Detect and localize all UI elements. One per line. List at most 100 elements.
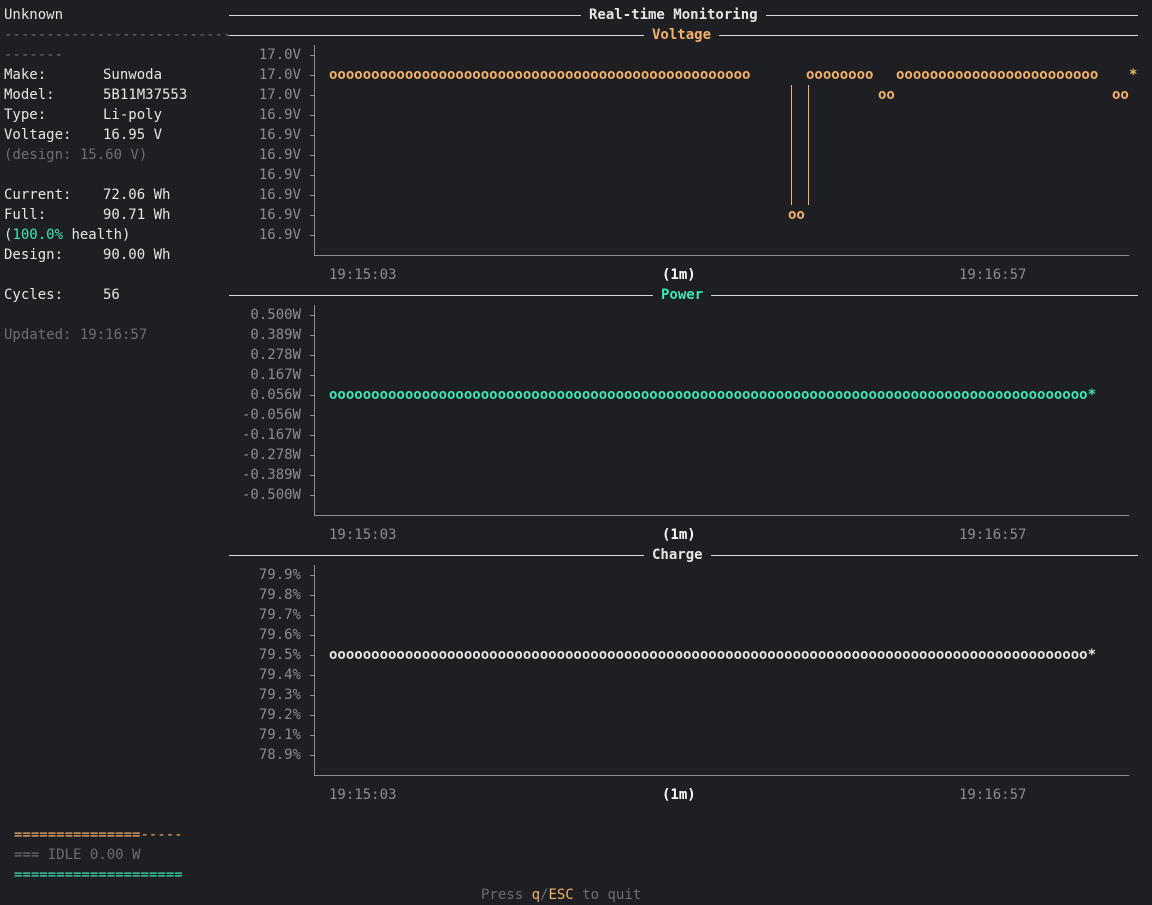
power-x-window: (1m) [662,527,696,543]
power-y-tick [310,355,315,356]
voltage-y-tick-label: 17.0V [258,47,301,63]
device-title: Unknown [4,7,64,23]
power-y-tick [310,495,315,496]
power-y-tick-label: -0.500W [241,487,301,503]
voltage-y-tick-label: 17.0V [258,87,301,103]
model-row: Model: 5B11M37553 [4,85,229,105]
power-y-tick [310,375,315,376]
page-title: Real-time Monitoring [581,5,766,25]
power-x-start: 19:15:03 [329,527,397,543]
charge-y-axis [314,565,315,775]
voltage-y-tick-label: 16.9V [258,187,301,203]
charge-x-start: 19:15:03 [329,787,397,803]
voltage-x-start: 19:15:03 [329,267,397,283]
charge-y-tick-label: 79.8% [258,587,301,603]
power-x-end: 19:16:57 [959,527,1027,543]
voltage-series-segment: oooooooo [806,67,874,83]
power-y-tick-label: -0.167W [241,427,301,443]
design-row: Design: 90.00 Wh [4,245,229,265]
power-y-tick [310,395,315,396]
design-label: Design: [4,247,64,263]
cycles-value: 56 [103,287,120,303]
charge-y-tick [310,735,315,736]
current-value: 72.06 Wh [103,187,171,203]
current-label: Current: [4,187,72,203]
updated-time: Updated: 19:16:57 [4,327,148,343]
power-y-tick [310,415,315,416]
health-percent: 100.0% [12,227,64,243]
voltage-value: 16.95 V [103,127,163,143]
voltage-y-tick [310,55,315,56]
model-value: 5B11M37553 [103,87,188,103]
charge-y-tick [310,695,315,696]
voltage-y-tick [310,175,315,176]
current-row: Current: 72.06 Wh [4,185,229,205]
charge-bar-filled: =============== [14,827,141,843]
voltage-series-segment: oooooooooooooooooooooooooooooooooooooooo… [329,67,751,83]
full-label: Full: [4,207,47,223]
power-y-tick [310,315,315,316]
power-y-tick-label: 0.278W [250,347,301,363]
voltage-y-tick-label: 16.9V [258,207,301,223]
voltage-x-axis [314,255,1129,256]
charge-bar-empty: ----- [140,827,183,843]
voltage-chart-title: Voltage [644,25,720,45]
charge-y-tick [310,635,315,636]
voltage-low-points: oo [1112,87,1129,103]
voltage-x-end: 19:16:57 [959,267,1027,283]
full-row: Full: 90.71 Wh [4,205,229,225]
cycles-label: Cycles: [4,287,64,303]
power-y-tick-label: -0.278W [241,447,301,463]
cycles-row: Cycles: 56 [4,285,229,305]
power-y-tick [310,455,315,456]
power-status: === IDLE 0.00 W [14,847,141,863]
quit-hint: Press q/ESC to quit [481,885,641,905]
charge-y-tick [310,755,315,756]
power-y-tick [310,475,315,476]
charge-y-tick-label: 79.3% [258,687,301,703]
voltage-row: Voltage: 16.95 V [4,125,229,145]
power-y-tick [310,435,315,436]
charge-x-end: 19:16:57 [959,787,1027,803]
design-value: 90.00 Wh [103,247,171,263]
power-x-axis [314,515,1129,516]
charge-series: oooooooooooooooooooooooooooooooooooooooo… [329,647,1097,663]
voltage-y-tick-label: 16.9V [258,127,301,143]
power-y-tick-label: -0.056W [241,407,301,423]
voltage-y-tick-label: 16.9V [258,147,301,163]
charge-chart-title: Charge [644,545,711,565]
charge-y-tick-label: 79.7% [258,607,301,623]
model-label: Model: [4,87,55,103]
battery-info-panel: Unknown ----------------------------- --… [4,5,229,345]
power-series: oooooooooooooooooooooooooooooooooooooooo… [329,387,1097,403]
power-y-tick [310,335,315,336]
charge-y-tick [310,655,315,656]
charge-bar: ===============----- [14,825,183,845]
power-y-tick-label: -0.389W [241,467,301,483]
charge-y-tick-label: 79.4% [258,667,301,683]
charge-y-tick [310,595,315,596]
charge-y-tick-label: 79.1% [258,727,301,743]
voltage-y-tick-label: 16.9V [258,167,301,183]
voltage-x-window: (1m) [662,267,696,283]
full-value: 90.71 Wh [103,207,171,223]
voltage-current-marker: * [1129,67,1138,83]
health-row: (100.0% health) [4,225,229,245]
power-y-tick-label: 0.167W [250,367,301,383]
voltage-y-tick [310,115,315,116]
charge-x-window: (1m) [662,787,696,803]
voltage-y-tick [310,75,315,76]
power-y-axis [314,305,315,515]
charge-y-tick-label: 78.9% [258,747,301,763]
voltage-y-tick [310,155,315,156]
power-y-tick-label: 0.500W [250,307,301,323]
voltage-y-tick-label: 16.9V [258,227,301,243]
power-y-tick-label: 0.389W [250,327,301,343]
charge-y-tick [310,575,315,576]
charge-y-tick-label: 79.6% [258,627,301,643]
divider: ----------------------------- [4,27,229,43]
make-row: Make: Sunwoda [4,65,229,85]
type-label: Type: [4,107,47,123]
make-label: Make: [4,67,47,83]
divider: ------- [4,47,64,63]
